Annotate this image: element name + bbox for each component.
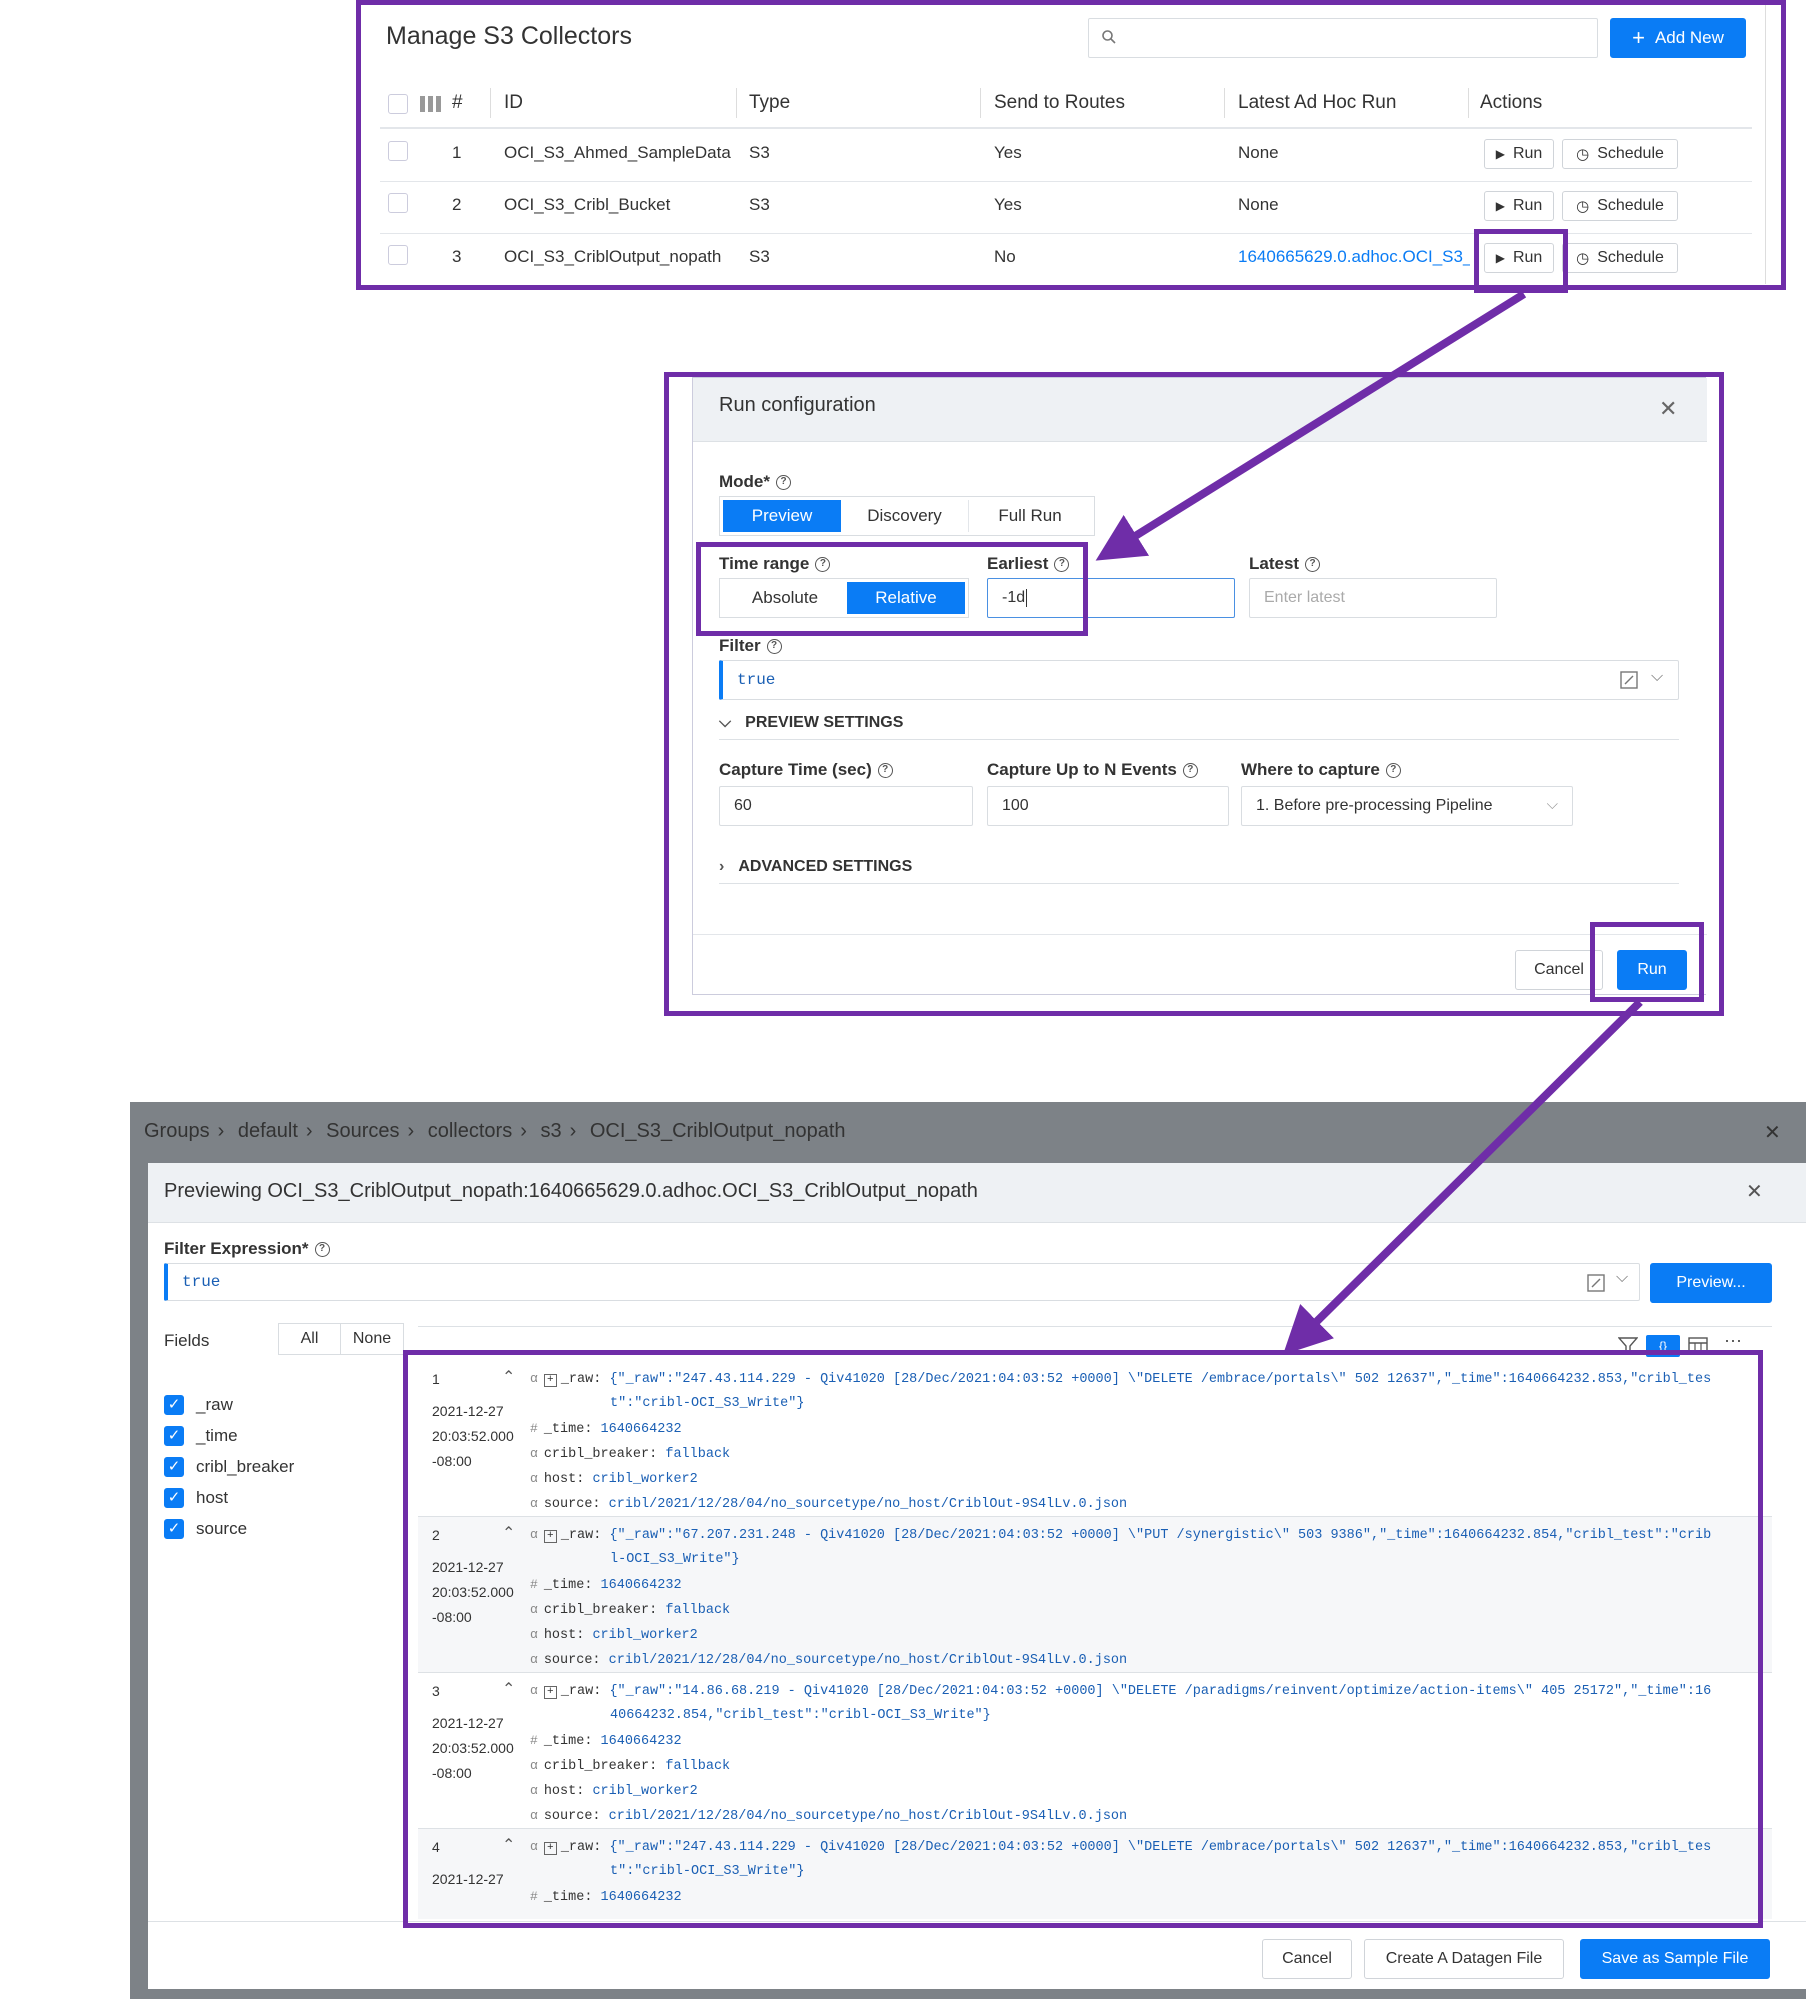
annotation-arrows <box>1095 290 1643 1355</box>
arrow-config-to-preview <box>1282 999 1643 1355</box>
arrow-run-to-config <box>1095 290 1527 561</box>
